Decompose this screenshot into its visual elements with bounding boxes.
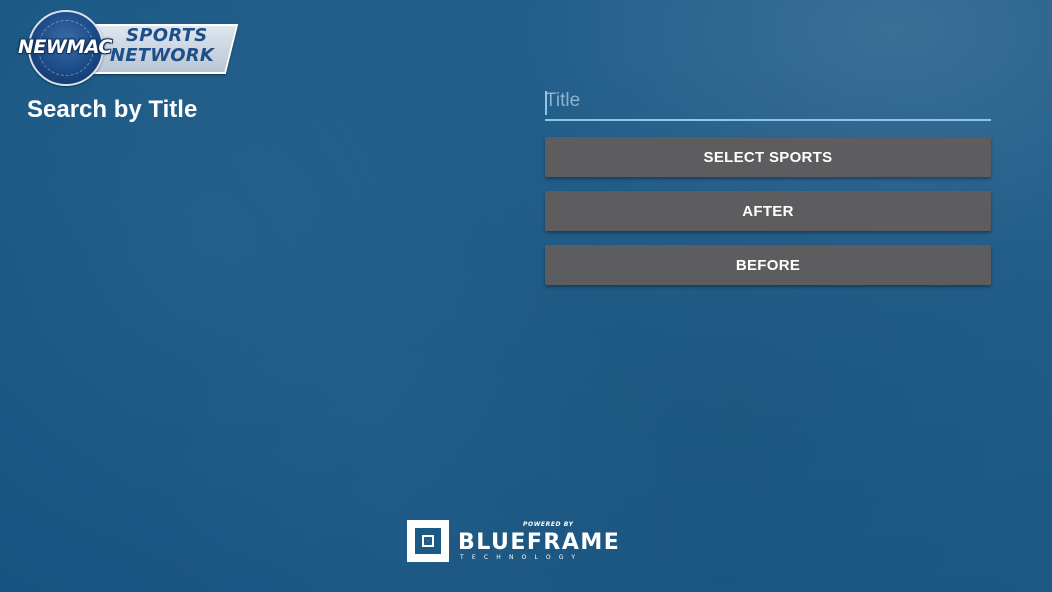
newmac-sports-network-logo: NEWMAC SPORTS NETWORK xyxy=(18,10,239,86)
title-input-wrapper xyxy=(545,85,991,121)
select-sports-button[interactable]: SELECT SPORTS xyxy=(545,137,991,177)
blueframe-brand: BLUEFRAME xyxy=(458,530,621,555)
logo-line-1: SPORTS xyxy=(126,25,208,46)
logo-name: NEWMAC xyxy=(18,36,112,58)
title-search-input[interactable] xyxy=(545,85,991,121)
blueframe-aperture-icon xyxy=(407,520,449,562)
search-panel: SELECT SPORTS AFTER BEFORE xyxy=(545,85,991,285)
before-date-button[interactable]: BEFORE xyxy=(545,245,991,285)
powered-by-label: POWERED BY xyxy=(523,521,574,528)
page-title: Search by Title xyxy=(27,96,198,123)
after-date-button[interactable]: AFTER xyxy=(545,191,991,231)
text-cursor xyxy=(545,91,547,115)
logo-line-2: NETWORK xyxy=(110,45,215,66)
technology-label: TECHNOLOGY xyxy=(460,554,584,561)
blueframe-logo: POWERED BY BLUEFRAME TECHNOLOGY xyxy=(407,520,637,564)
